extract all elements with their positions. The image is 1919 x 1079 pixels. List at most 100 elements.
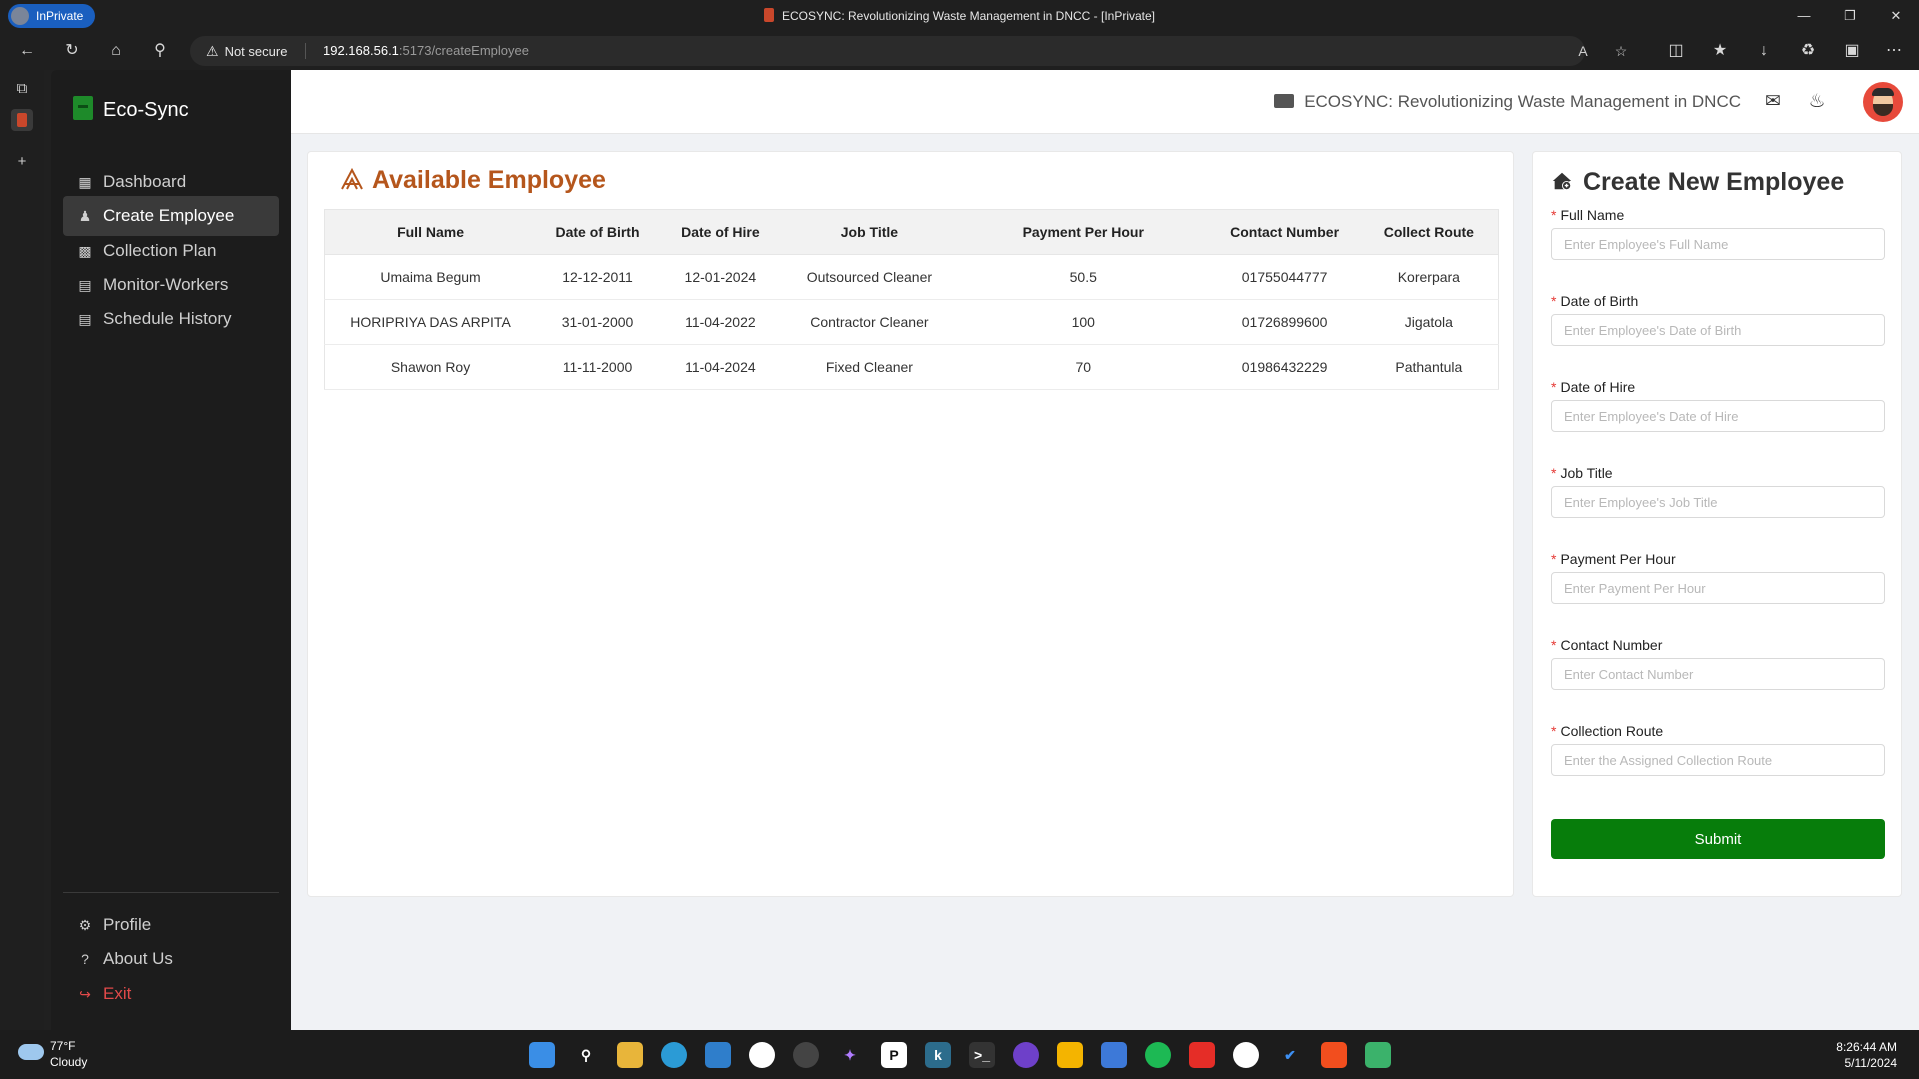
table-row[interactable]: HORIPRIYA DAS ARPITA 31-01-2000 11-04-20…	[324, 299, 1499, 345]
refresh-icon[interactable]: ↻	[61, 40, 83, 62]
kotlin-icon[interactable]: k	[925, 1042, 951, 1068]
full-name-label: * Full Name	[1551, 207, 1625, 223]
cell-contact: 01726899600	[1209, 299, 1360, 345]
split-screen-icon[interactable]: ◫	[1665, 40, 1687, 62]
payment-per-hour-input[interactable]	[1551, 572, 1885, 604]
cell-date-of-birth: 31-01-2000	[536, 299, 659, 345]
file-explorer-icon[interactable]	[617, 1042, 643, 1068]
history-icon: ▤	[78, 311, 92, 327]
users-icon: ♟	[78, 208, 92, 224]
minimize-icon[interactable]: —	[1781, 0, 1827, 32]
chatgpt-icon[interactable]	[793, 1042, 819, 1068]
weather-condition: Cloudy	[50, 1055, 88, 1069]
contact-number-input[interactable]	[1551, 658, 1885, 690]
security-indicator[interactable]: ⚠ Not secure	[206, 36, 287, 67]
house-add-icon	[1552, 172, 1572, 191]
notification-bell-icon[interactable]: ♨	[1805, 90, 1829, 114]
submit-button[interactable]: Submit	[1551, 819, 1885, 859]
todo-icon[interactable]: ✔	[1277, 1042, 1303, 1068]
address-divider	[305, 43, 306, 59]
main-content: ECOSYNC: Revolutionizing Waste Managemen…	[291, 70, 1919, 1030]
sidebar-item-about-us[interactable]: ? About Us	[63, 939, 279, 979]
date-of-hire-label: * Date of Hire	[1551, 379, 1636, 395]
github-icon[interactable]	[749, 1042, 775, 1068]
favorites-icon[interactable]: ★	[1709, 40, 1731, 62]
column-header[interactable]: Payment Per Hour	[956, 209, 1210, 255]
table-row[interactable]: Shawon Roy 11-11-2000 11-04-2024 Fixed C…	[324, 344, 1499, 390]
more-menu-icon[interactable]: ⋯	[1883, 40, 1905, 62]
column-header[interactable]: Collect Route	[1359, 209, 1499, 255]
app-grid-icon[interactable]	[1365, 1042, 1391, 1068]
screenshot-icon[interactable]: ▣	[1841, 40, 1863, 62]
whatsapp-icon[interactable]	[1233, 1042, 1259, 1068]
job-title-input[interactable]	[1551, 486, 1885, 518]
plan-icon: ▩	[78, 243, 92, 259]
edge-browser-icon[interactable]	[661, 1042, 687, 1068]
keep-notes-icon[interactable]	[1057, 1042, 1083, 1068]
copilot-icon[interactable]: ✦	[837, 1042, 863, 1068]
column-header[interactable]: Date of Hire	[658, 209, 782, 255]
search-icon[interactable]: ⚲	[573, 1042, 599, 1068]
vertical-tab-strip: ⧉ +	[0, 70, 44, 1030]
active-tab-icon[interactable]	[11, 109, 33, 131]
terminal-icon[interactable]: >_	[969, 1042, 995, 1068]
cell-job-title: Outsourced Cleaner	[781, 254, 957, 300]
window-title: ECOSYNC: Revolutionizing Waste Managemen…	[0, 0, 1919, 32]
vscode-icon[interactable]	[705, 1042, 731, 1068]
address-bar[interactable]: ⚠ Not secure 192.168.56.1:5173/createEmpl…	[190, 36, 1627, 67]
sidebar-item-label: About Us	[103, 949, 173, 968]
brand[interactable]: Eco-Sync	[73, 96, 189, 122]
chat-icon[interactable]: ✉	[1761, 90, 1785, 114]
start-icon[interactable]	[529, 1042, 555, 1068]
full-name-input[interactable]	[1551, 228, 1885, 260]
downloads-icon[interactable]: ↓	[1753, 40, 1775, 62]
restore-icon[interactable]: ❐	[1827, 0, 1873, 32]
back-icon[interactable]: ←	[16, 40, 38, 62]
search-icon[interactable]: ⚲	[149, 40, 171, 62]
cell-date-of-birth: 12-12-2011	[536, 254, 659, 300]
sidebar-item-create-employee[interactable]: ♟ Create Employee	[63, 196, 279, 236]
date-of-birth-label: * Date of Birth	[1551, 293, 1639, 309]
date-of-hire-input[interactable]	[1551, 400, 1885, 432]
figma-icon[interactable]	[1321, 1042, 1347, 1068]
employee-table: Full Name Date of Birth Date of Hire Job…	[324, 209, 1499, 390]
sidebar-divider	[63, 892, 279, 893]
home-icon[interactable]: ⌂	[105, 40, 127, 62]
date-of-birth-input[interactable]	[1551, 314, 1885, 346]
notion-icon[interactable]: P	[881, 1042, 907, 1068]
column-header[interactable]: Date of Birth	[536, 209, 659, 255]
browser-title-bar: InPrivate ECOSYNC: Revolutionizing Waste…	[0, 0, 1919, 32]
cell-contact: 01986432229	[1209, 344, 1360, 390]
contact-number-label: * Contact Number	[1551, 637, 1663, 653]
cell-contact: 01755044777	[1209, 254, 1360, 300]
column-header[interactable]: Contact Number	[1209, 209, 1360, 255]
column-header[interactable]: Full Name	[324, 209, 537, 255]
employee-list-card: Available Employee Full Name Date of Bir…	[307, 151, 1514, 897]
table-row[interactable]: Umaima Begum 12-12-2011 12-01-2024 Outso…	[324, 254, 1499, 300]
url-text[interactable]: 192.168.56.1:5173/createEmployee	[323, 36, 529, 66]
new-tab-icon[interactable]: +	[11, 151, 33, 173]
spotify-icon[interactable]	[1145, 1042, 1171, 1068]
employee-list-title: Available Employee	[340, 166, 606, 195]
sidebar-item-label: Collection Plan	[103, 241, 217, 260]
system-clock[interactable]: 8:26:44 AM 5/11/2024	[1836, 1039, 1897, 1071]
avatar[interactable]	[1863, 82, 1903, 122]
payment-per-hour-label: * Payment Per Hour	[1551, 551, 1676, 567]
close-window-icon[interactable]: ✕	[1873, 0, 1919, 32]
tab-actions-icon[interactable]: ⧉	[11, 78, 33, 100]
collection-route-input[interactable]	[1551, 744, 1885, 776]
sidebar-item-label: Dashboard	[103, 172, 187, 191]
sidebar-item-schedule-history[interactable]: ▤ Schedule History	[63, 299, 279, 339]
sidebar-item-exit[interactable]: ↪ Exit	[63, 974, 279, 1014]
sidebar-item-label: Create Employee	[103, 206, 235, 225]
favorite-star-icon[interactable]: ☆	[1611, 41, 1631, 61]
temperature: 77°F	[50, 1039, 76, 1053]
create-employee-form: Create New Employee *Full Name *Date of …	[1532, 151, 1902, 897]
column-header[interactable]: Job Title	[781, 209, 957, 255]
notepad-icon[interactable]	[1101, 1042, 1127, 1068]
read-aloud-icon[interactable]: A	[1573, 41, 1593, 61]
cell-route: Korerpara	[1359, 254, 1499, 300]
extension-icon[interactable]: ♻	[1797, 40, 1819, 62]
youtube-icon[interactable]	[1189, 1042, 1215, 1068]
github-desktop-icon[interactable]	[1013, 1042, 1039, 1068]
